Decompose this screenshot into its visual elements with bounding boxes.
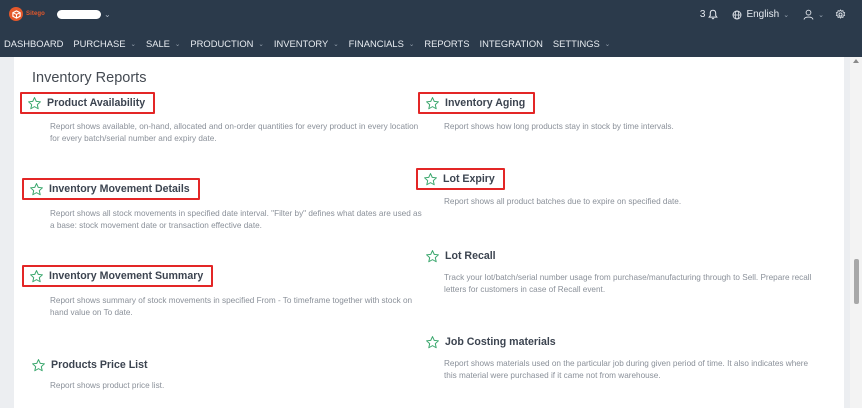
report-link[interactable]: Lot Expiry <box>416 168 505 190</box>
nav-financials[interactable]: FINANCIALS ⌄ <box>349 38 415 49</box>
top-bar: Sitego ⌄ 3 English ⌄ ⌄ <box>0 0 862 30</box>
chevron-down-icon: ⌄ <box>818 11 824 19</box>
scroll-up-arrow[interactable] <box>853 59 859 63</box>
user-menu[interactable]: ⌄ <box>803 9 824 20</box>
star-outline-icon[interactable] <box>27 96 42 111</box>
nav-reports[interactable]: REPORTS <box>424 38 469 49</box>
user-icon <box>803 9 814 20</box>
nav-integration[interactable]: INTEGRATION <box>480 38 543 49</box>
report-title: Inventory Movement Summary <box>49 270 204 282</box>
app-logo[interactable]: Sitego <box>9 7 45 21</box>
nav-production[interactable]: PRODUCTION ⌄ <box>190 38 263 49</box>
report-title: Job Costing materials <box>445 336 556 348</box>
page-title: Inventory Reports <box>32 70 147 86</box>
star-outline-icon[interactable] <box>425 96 440 111</box>
logo-cube-icon <box>9 7 23 21</box>
report-title: Lot Expiry <box>443 173 495 185</box>
report-card-lot-recall: Lot Recall <box>418 245 506 267</box>
report-card-inventory-movement-summary: Inventory Movement Summary <box>22 265 214 287</box>
report-card-lot-expiry: Lot Expiry <box>416 168 505 190</box>
report-description: Report shows all product batches due to … <box>444 197 682 206</box>
star-outline-icon[interactable] <box>31 358 46 373</box>
bell-icon[interactable] <box>708 9 719 20</box>
globe-icon <box>732 10 742 19</box>
report-link[interactable]: Inventory Movement Details <box>22 178 200 200</box>
notification-count: 3 <box>699 9 706 20</box>
report-link[interactable]: Job Costing materials <box>418 331 566 353</box>
report-link[interactable]: Lot Recall <box>418 245 506 267</box>
report-description: Report shows all stock movements in spec… <box>50 209 422 230</box>
language-selector[interactable]: English ⌄ <box>732 9 789 20</box>
report-link[interactable]: Product Availability <box>20 92 156 114</box>
report-link[interactable]: Inventory Aging <box>418 92 536 114</box>
star-outline-icon[interactable] <box>29 269 44 284</box>
chevron-down-icon: ⌄ <box>104 10 111 19</box>
chevron-down-icon: ⌄ <box>174 40 181 48</box>
report-description: Report shows available, on-hand, allocat… <box>50 122 419 143</box>
report-card-products-price-list: Products Price List <box>24 354 158 376</box>
report-description: Track your lot/batch/serial number usage… <box>444 273 812 294</box>
report-description: Report shows materials used on the parti… <box>444 359 809 380</box>
report-card-product-availability: Product Availability <box>20 92 156 114</box>
report-title: Product Availability <box>47 97 146 109</box>
reports-panel: Inventory Reports Product Availability R… <box>14 57 844 408</box>
star-outline-icon[interactable] <box>29 182 44 197</box>
header-actions: 3 English ⌄ ⌄ <box>700 7 846 22</box>
nav-purchase[interactable]: PURCHASE ⌄ <box>73 38 136 49</box>
chevron-down-icon: ⌄ <box>130 40 136 48</box>
chevron-down-icon: ⌄ <box>333 40 339 48</box>
chevron-down-icon: ⌄ <box>604 40 611 48</box>
chevron-down-icon: ⌄ <box>408 40 415 48</box>
report-card-inventory-movement-details: Inventory Movement Details <box>22 178 200 200</box>
nav-sale[interactable]: SALE ⌄ <box>146 38 180 49</box>
star-outline-icon[interactable] <box>425 249 440 264</box>
report-title: Inventory Movement Details <box>49 183 190 195</box>
page-scrollbar[interactable] <box>850 57 862 408</box>
report-card-inventory-aging: Inventory Aging <box>418 92 536 114</box>
report-description: Report shows summary of stock movements … <box>50 296 413 317</box>
report-title: Products Price List <box>51 359 148 371</box>
report-description: Report shows how long products stay in s… <box>444 122 674 131</box>
nav-dashboard[interactable]: DASHBOARD <box>4 38 63 49</box>
nav-inventory[interactable]: INVENTORY ⌄ <box>274 38 339 49</box>
scroll-thumb[interactable] <box>854 259 859 304</box>
report-link[interactable]: Products Price List <box>24 354 158 376</box>
report-description: Report shows product price list. <box>50 381 165 390</box>
star-outline-icon[interactable] <box>425 335 440 350</box>
star-outline-icon[interactable] <box>423 172 438 187</box>
chevron-down-icon: ⌄ <box>258 40 264 48</box>
report-title: Lot Recall <box>445 250 496 262</box>
report-card-job-costing-materials: Job Costing materials <box>418 331 566 353</box>
account-switcher[interactable]: ⌄ <box>57 10 111 19</box>
report-title: Inventory Aging <box>445 97 526 109</box>
nav-settings[interactable]: SETTINGS ⌄ <box>553 38 610 49</box>
account-name-redacted <box>57 10 101 19</box>
report-link[interactable]: Inventory Movement Summary <box>22 265 214 287</box>
language-label: English <box>746 9 780 20</box>
main-nav: DASHBOARD PURCHASE ⌄ SALE ⌄ PRODUCTION ⌄ IN… <box>0 30 862 57</box>
gear-icon[interactable] <box>835 9 846 20</box>
logo-text: Sitego <box>26 11 45 17</box>
chevron-down-icon: ⌄ <box>783 11 790 19</box>
